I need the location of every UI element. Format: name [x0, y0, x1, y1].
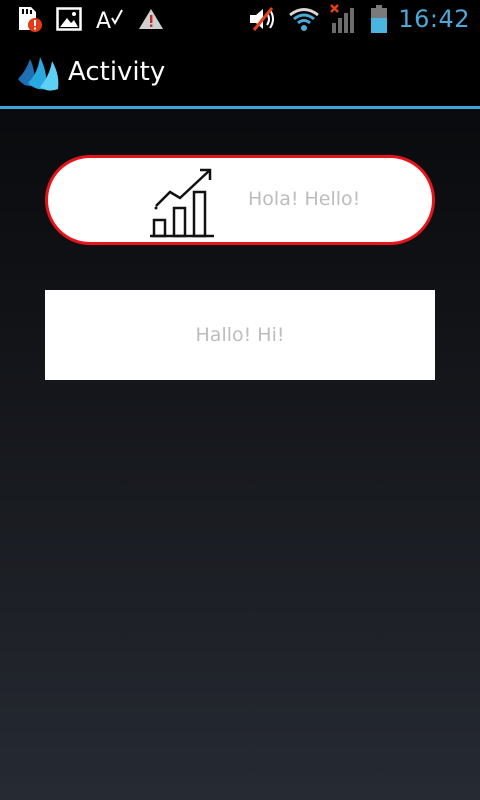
notification-icons: A: [0, 4, 164, 34]
hola-hello-label: Hola! Hello!: [248, 188, 361, 210]
wifi-icon: [288, 4, 320, 34]
warning-icon: [138, 4, 164, 34]
spellcheck-icon: A: [96, 4, 124, 34]
system-icons: 16:42: [248, 4, 480, 34]
sd-card-warning-icon: [16, 4, 42, 34]
signal-no-service-icon: [330, 4, 360, 34]
app-logo-icon[interactable]: [16, 49, 62, 95]
action-bar: Activity: [0, 38, 480, 106]
action-bar-divider: [0, 106, 480, 109]
hallo-hi-button[interactable]: Hallo! Hi!: [45, 290, 435, 380]
svg-text:A: A: [96, 9, 111, 32]
hallo-hi-label: Hallo! Hi!: [195, 324, 285, 346]
growth-chart-icon: [148, 166, 216, 238]
status-bar: A 16:42: [0, 0, 480, 38]
battery-icon: [370, 4, 388, 34]
hola-hello-button[interactable]: Hola! Hello!: [45, 155, 435, 245]
app-title: Activity: [68, 57, 166, 87]
clock: 16:42: [398, 5, 470, 33]
volume-muted-icon: [248, 4, 278, 34]
image-icon: [56, 4, 82, 34]
